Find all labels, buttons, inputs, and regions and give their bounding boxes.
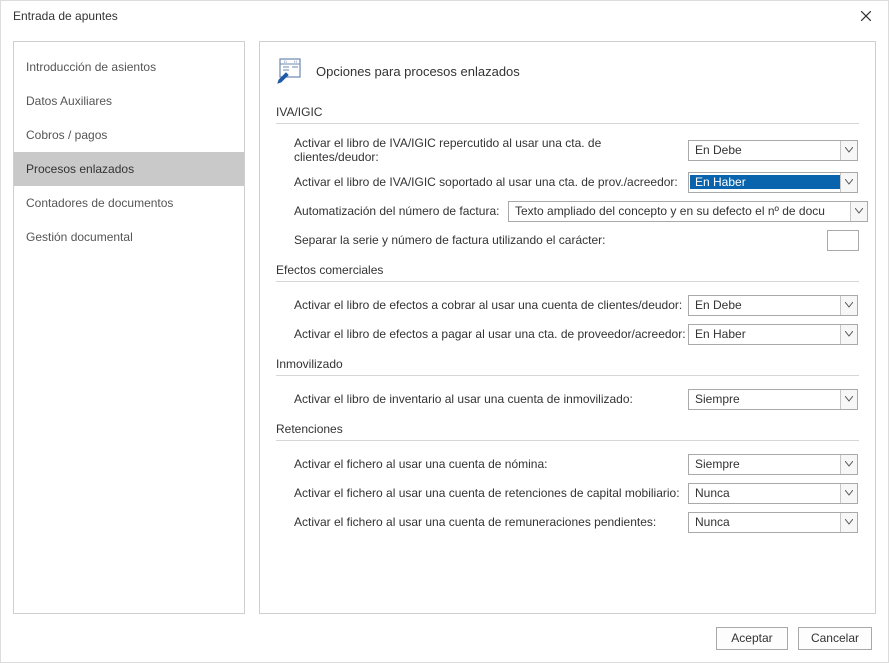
content-title: Opciones para procesos enlazados: [316, 64, 520, 79]
row-inmovilizado: Activar el libro de inventario al usar u…: [294, 388, 859, 410]
select-value: Siempre: [689, 457, 840, 471]
row-retenciones-nomina: Activar el fichero al usar una cuenta de…: [294, 453, 859, 475]
row-efectos-pagar: Activar el libro de efectos a pagar al u…: [294, 323, 859, 345]
titlebar: Entrada de apuntes: [1, 1, 888, 31]
select-value: En Haber: [689, 327, 840, 341]
sidebar-item-datos-auxiliares[interactable]: Datos Auxiliares: [14, 84, 244, 118]
row-retenciones-remuneraciones: Activar el fichero al usar una cuenta de…: [294, 511, 859, 533]
sidebar-item-introduccion[interactable]: Introducción de asientos: [14, 50, 244, 84]
notebook-icon: D H: [276, 56, 304, 87]
dialog-footer: Aceptar Cancelar: [1, 614, 888, 662]
dialog-title: Entrada de apuntes: [13, 9, 852, 23]
close-button[interactable]: [852, 5, 880, 27]
select-value: Texto ampliado del concepto y en su defe…: [509, 204, 850, 218]
row-iva-repercutido: Activar el libro de IVA/IGIC repercutido…: [294, 136, 859, 164]
dropdown-button[interactable]: [840, 296, 857, 315]
select-efectos-pagar[interactable]: En Haber: [688, 324, 858, 345]
select-value: En Debe: [689, 143, 840, 157]
row-retenciones-capital: Activar el fichero al usar una cuenta de…: [294, 482, 859, 504]
sidebar: Introducción de asientos Datos Auxiliare…: [13, 41, 245, 614]
svg-text:H: H: [294, 59, 297, 64]
select-automatizacion-factura[interactable]: Texto ampliado del concepto y en su defe…: [508, 201, 868, 222]
cancel-button[interactable]: Cancelar: [798, 627, 872, 650]
row-efectos-cobrar: Activar el libro de efectos a cobrar al …: [294, 294, 859, 316]
dropdown-button[interactable]: [840, 455, 857, 474]
select-retenciones-remuneraciones[interactable]: Nunca: [688, 512, 858, 533]
row-iva-soportado: Activar el libro de IVA/IGIC soportado a…: [294, 171, 859, 193]
select-value: Nunca: [689, 486, 840, 500]
select-iva-soportado[interactable]: En Haber: [688, 172, 858, 193]
section-iva-title: IVA/IGIC: [276, 105, 859, 124]
accept-button[interactable]: Aceptar: [716, 627, 788, 650]
label-efectos-cobrar: Activar el libro de efectos a cobrar al …: [294, 298, 688, 312]
dropdown-button[interactable]: [840, 325, 857, 344]
section-retenciones-title: Retenciones: [276, 422, 859, 441]
label-iva-soportado: Activar el libro de IVA/IGIC soportado a…: [294, 175, 688, 189]
content-header: D H Opciones para procesos enlazados: [276, 56, 859, 87]
select-inmovilizado[interactable]: Siempre: [688, 389, 858, 410]
dropdown-button[interactable]: [840, 141, 857, 160]
label-separar-serie: Separar la serie y número de factura uti…: [294, 233, 827, 247]
label-retenciones-capital: Activar el fichero al usar una cuenta de…: [294, 486, 688, 500]
select-value: En Haber: [690, 175, 840, 189]
dropdown-button[interactable]: [840, 484, 857, 503]
sidebar-item-contadores[interactable]: Contadores de documentos: [14, 186, 244, 220]
select-value: Siempre: [689, 392, 840, 406]
chevron-down-icon: [845, 147, 853, 153]
dropdown-button[interactable]: [840, 390, 857, 409]
sidebar-item-gestion-documental[interactable]: Gestión documental: [14, 220, 244, 254]
chevron-down-icon: [845, 179, 853, 185]
dialog-body: Introducción de asientos Datos Auxiliare…: [1, 31, 888, 614]
chevron-down-icon: [845, 396, 853, 402]
select-efectos-cobrar[interactable]: En Debe: [688, 295, 858, 316]
dropdown-button[interactable]: [850, 202, 867, 221]
label-retenciones-remuneraciones: Activar el fichero al usar una cuenta de…: [294, 515, 688, 529]
input-separar-caracter[interactable]: [827, 230, 859, 251]
sidebar-item-procesos-enlazados[interactable]: Procesos enlazados: [14, 152, 244, 186]
sidebar-item-cobros-pagos[interactable]: Cobros / pagos: [14, 118, 244, 152]
select-value: En Debe: [689, 298, 840, 312]
dropdown-button[interactable]: [840, 173, 857, 192]
select-retenciones-nomina[interactable]: Siempre: [688, 454, 858, 475]
chevron-down-icon: [845, 302, 853, 308]
row-automatizacion-factura: Automatización del número de factura: Te…: [294, 200, 859, 222]
close-icon: [861, 11, 871, 21]
content-panel: D H Opciones para procesos enlazados IVA…: [259, 41, 876, 614]
dialog-window: Entrada de apuntes Introducción de asien…: [0, 0, 889, 663]
dropdown-button[interactable]: [840, 513, 857, 532]
label-retenciones-nomina: Activar el fichero al usar una cuenta de…: [294, 457, 688, 471]
row-separar-serie: Separar la serie y número de factura uti…: [294, 229, 859, 251]
section-inmovilizado-title: Inmovilizado: [276, 357, 859, 376]
select-retenciones-capital[interactable]: Nunca: [688, 483, 858, 504]
label-inmovilizado: Activar el libro de inventario al usar u…: [294, 392, 688, 406]
chevron-down-icon: [855, 208, 863, 214]
select-value: Nunca: [689, 515, 840, 529]
label-efectos-pagar: Activar el libro de efectos a pagar al u…: [294, 327, 688, 341]
chevron-down-icon: [845, 331, 853, 337]
chevron-down-icon: [845, 490, 853, 496]
svg-text:D: D: [284, 59, 287, 64]
label-automatizacion-factura: Automatización del número de factura:: [294, 204, 508, 218]
label-iva-repercutido: Activar el libro de IVA/IGIC repercutido…: [294, 136, 688, 164]
select-iva-repercutido[interactable]: En Debe: [688, 140, 858, 161]
chevron-down-icon: [845, 461, 853, 467]
section-efectos-title: Efectos comerciales: [276, 263, 859, 282]
chevron-down-icon: [845, 519, 853, 525]
